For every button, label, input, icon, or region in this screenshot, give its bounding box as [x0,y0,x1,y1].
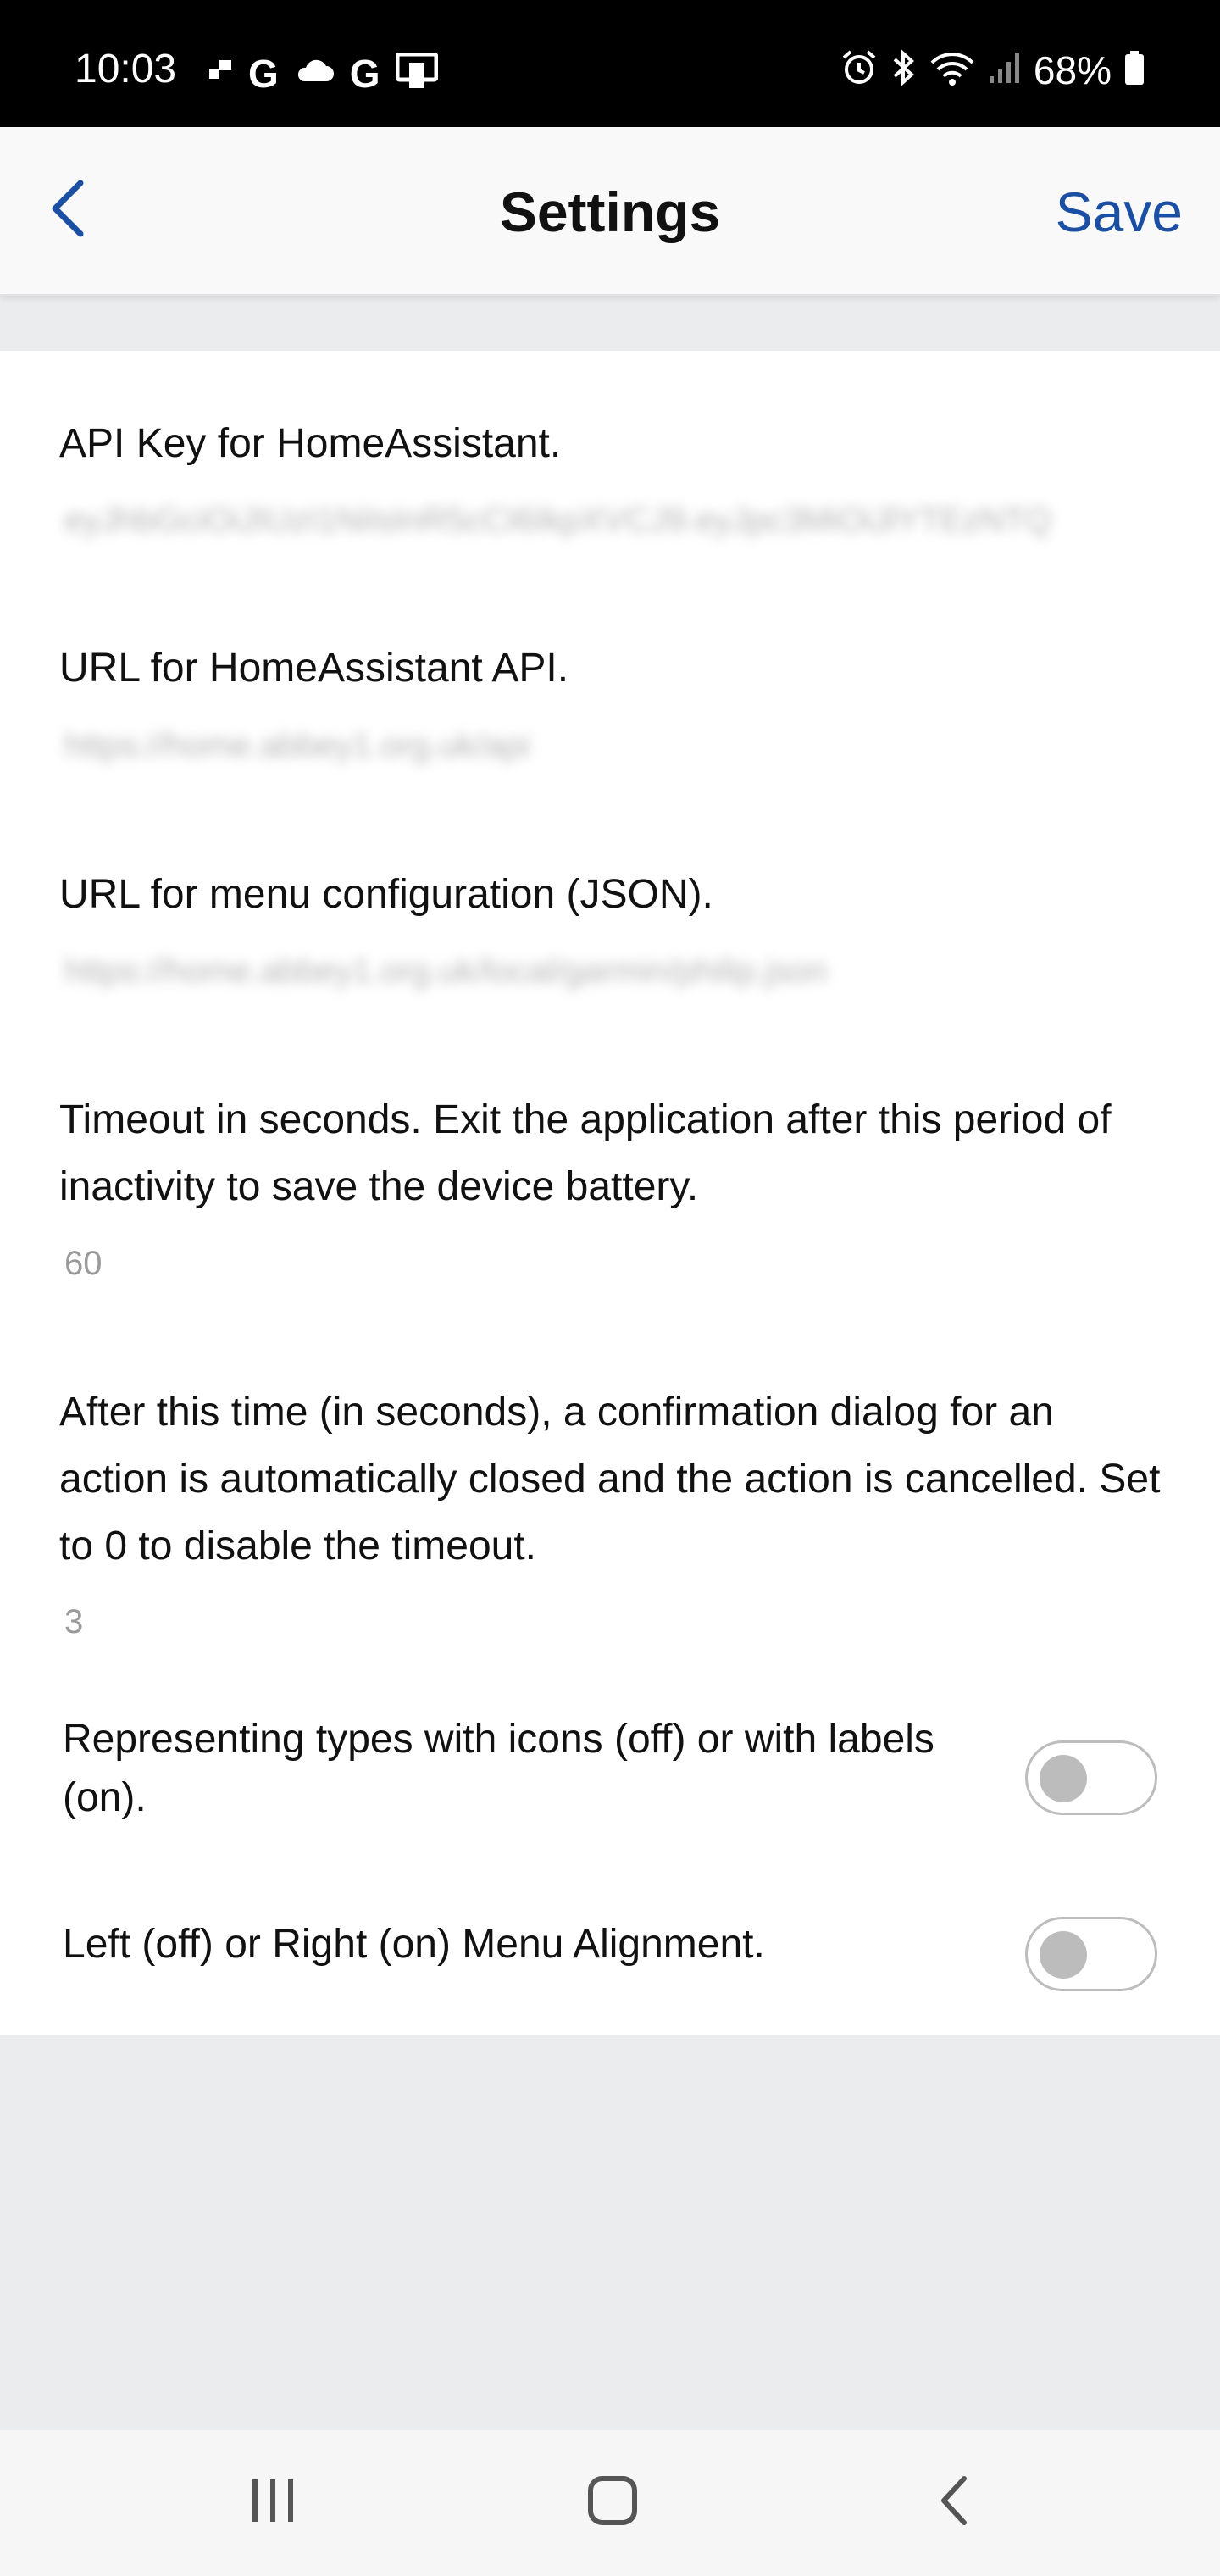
page-title: Settings [499,180,721,243]
back-icon [937,2475,971,2530]
menu-url-label: URL for menu configuration (JSON). [59,872,713,917]
toggle-knob [1040,1931,1087,1979]
screen-mirror-icon [395,52,439,94]
home-icon [587,2475,638,2530]
timeout-field[interactable]: 60 [64,1245,1166,1282]
app-header: Settings Save [0,127,1220,296]
system-navigation-bar [0,2430,1220,2576]
api-url-label: URL for HomeAssistant API. [59,646,569,691]
timeout-label: Timeout in seconds. Exit the application… [59,1097,1112,1209]
save-button[interactable]: Save [1056,181,1183,243]
api-key-field[interactable]: eyJhbGciOiJIUzI1NiIsInR5cCI6IkpXVCJ9.eyJ… [64,502,1166,539]
settings-list: API Key for HomeAssistant. eyJhbGciOiJIU… [0,351,1220,2035]
home-button[interactable] [562,2456,663,2549]
wifi-icon [929,49,976,91]
cloud-icon [294,58,335,89]
api-key-label: API Key for HomeAssistant. [59,421,562,466]
status-notification-icons: G G [208,51,439,96]
alignment-toggle-label: Left (off) or Right (on) Menu Alignment. [63,1922,765,1967]
bluetooth-icon [890,49,917,91]
types-toggle[interactable] [1025,1740,1157,1815]
battery-icon [1123,49,1145,91]
alarm-icon [840,49,878,91]
menu-url-field[interactable]: https://home.abbey1.org.uk/local/garmin/… [64,952,1166,990]
status-system-icons: 68% [840,49,1145,91]
alignment-toggle[interactable] [1025,1917,1157,1991]
status-time: 10:03 [75,47,177,92]
flow-icon [208,58,233,88]
types-toggle-label: Representing types with icons (off) or w… [63,1717,934,1820]
confirm-timeout-label: After this time (in seconds), a confirma… [59,1390,1161,1568]
recent-apps-button[interactable] [222,2456,324,2549]
api-url-field[interactable]: https://home.abbey1.org.uk/api [64,727,1166,764]
google-icon: G [349,51,380,96]
google-icon: G [248,51,279,96]
status-bar: 10:03 G G 68% [0,0,1220,127]
confirm-timeout-field[interactable]: 3 [64,1603,1166,1641]
battery-percent: 68% [1033,47,1112,92]
toggle-knob [1040,1755,1087,1802]
recent-apps-icon [247,2478,298,2528]
cellular-signal-icon [988,51,1022,89]
back-nav-button[interactable] [903,2456,1005,2549]
